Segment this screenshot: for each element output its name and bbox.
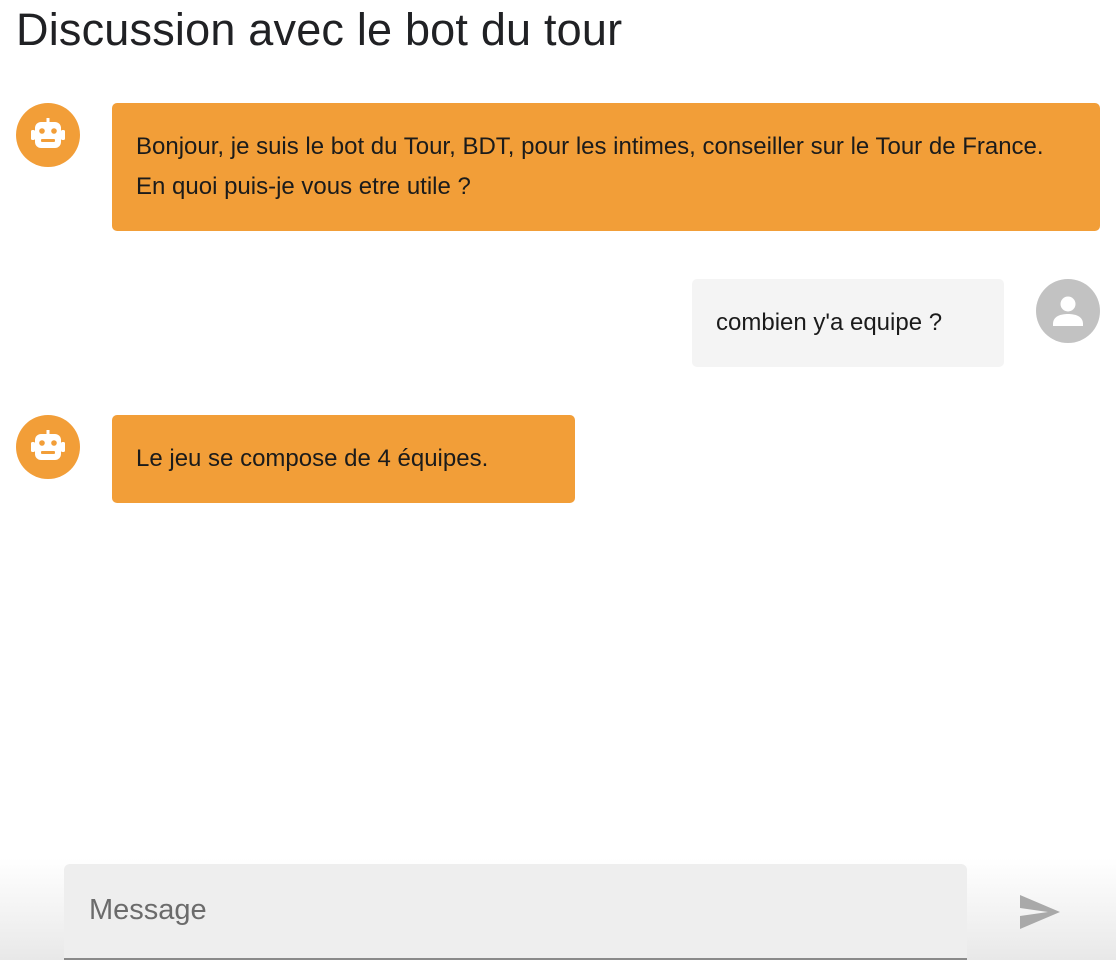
bot-avatar [16, 415, 80, 479]
robot-icon [31, 430, 65, 460]
user-message-text: combien y'a equipe ? [716, 309, 943, 336]
user-message-bubble: combien y'a equipe ? [692, 279, 1004, 367]
user-icon [1053, 296, 1083, 326]
send-button[interactable] [1004, 880, 1076, 944]
chat-page: Discussion avec le bot du tour Bonjour, … [0, 0, 1116, 960]
bot-message-bubble: Le jeu se compose de 4 équipes. [112, 415, 575, 503]
bot-message-bubble: Bonjour, je suis le bot du Tour, BDT, po… [112, 103, 1100, 231]
message-placeholder: Message [89, 894, 207, 926]
robot-icon [31, 118, 65, 148]
bot-message-text: Bonjour, je suis le bot du Tour, BDT, po… [136, 133, 1044, 200]
bot-avatar [16, 103, 80, 167]
page-title: Discussion avec le bot du tour [16, 4, 623, 55]
message-input[interactable]: Message [64, 864, 967, 960]
bot-message-text: Le jeu se compose de 4 équipes. [136, 445, 489, 472]
send-icon [1020, 895, 1060, 929]
user-avatar [1036, 279, 1100, 343]
